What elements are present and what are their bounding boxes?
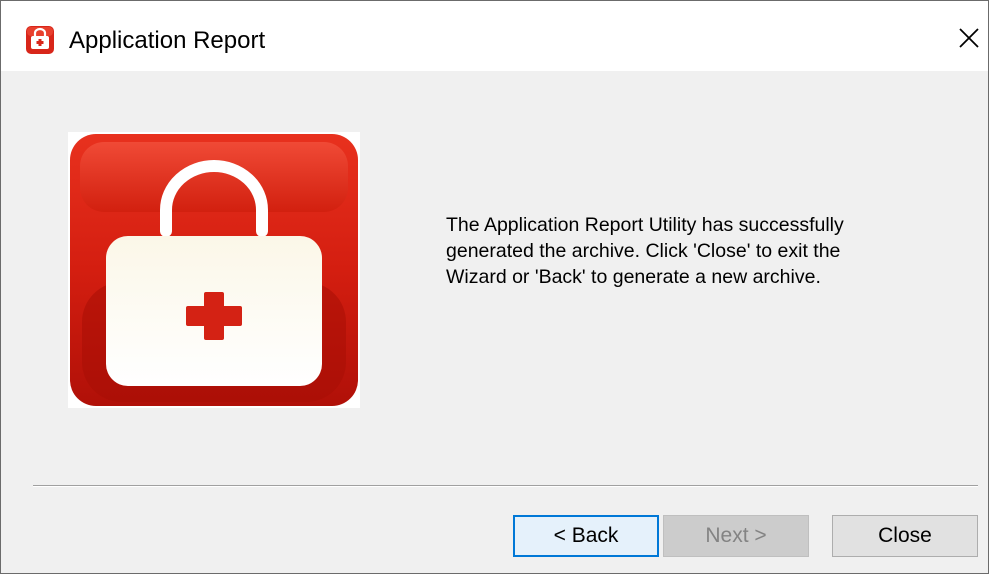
divider: [33, 485, 978, 487]
application-report-dialog: Application Report The Application Repor…: [0, 0, 989, 574]
status-message: The Application Report Utility has succe…: [446, 214, 844, 288]
close-icon[interactable]: [954, 23, 984, 53]
title-bar: Application Report: [1, 1, 988, 71]
first-aid-kit-icon: [26, 26, 54, 54]
next-button: Next >: [663, 515, 809, 557]
back-button[interactable]: < Back: [513, 515, 659, 557]
close-button[interactable]: Close: [832, 515, 978, 557]
window-title: Application Report: [69, 27, 266, 54]
first-aid-kit-icon: [68, 132, 360, 408]
